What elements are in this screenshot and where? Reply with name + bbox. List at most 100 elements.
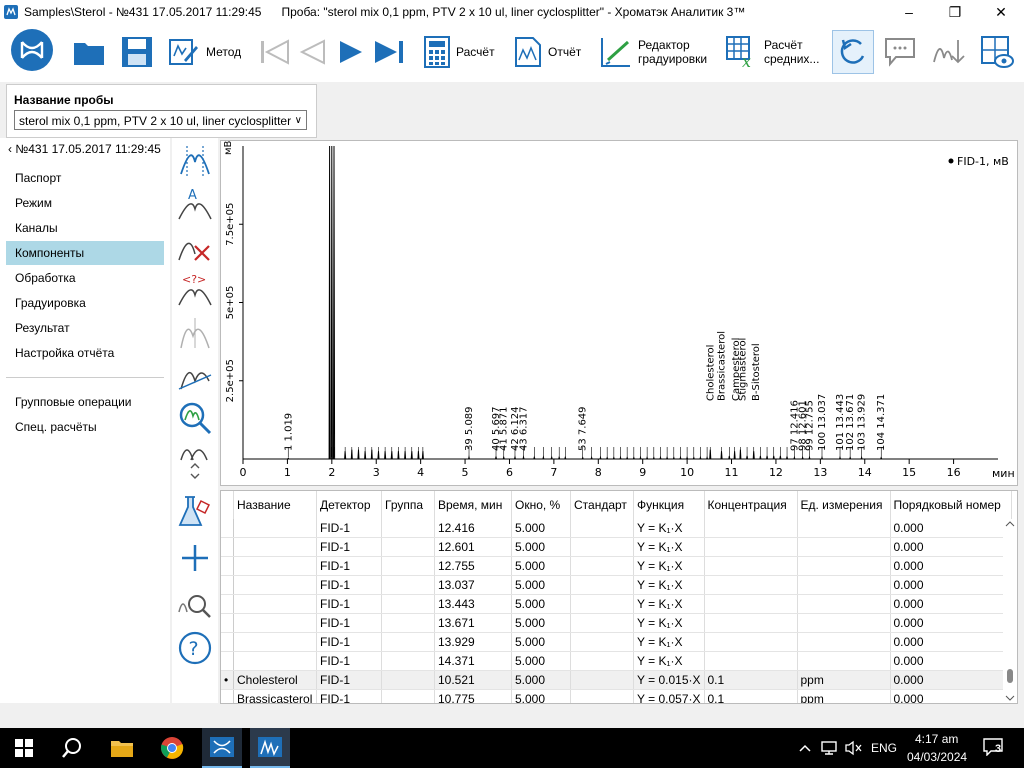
- app-menu-button[interactable]: [10, 29, 54, 71]
- table-row[interactable]: FID-1 12.416 5.000 Y = K₁·X 0.000: [221, 519, 1012, 538]
- last-button[interactable]: [372, 32, 406, 72]
- notifications-button[interactable]: 3: [983, 738, 1005, 757]
- zoom-peak-icon[interactable]: [177, 400, 213, 436]
- table-cell[interactable]: 10.775: [434, 689, 512, 703]
- table-cell[interactable]: Y = K₁·X: [633, 594, 705, 614]
- nav-item-report-settings[interactable]: Настройка отчёта: [6, 341, 164, 365]
- table-cell[interactable]: FID-1: [316, 575, 382, 595]
- table-cell[interactable]: [570, 613, 634, 633]
- zoom-chart-icon[interactable]: [177, 586, 213, 622]
- table-cell[interactable]: 13.671: [434, 613, 512, 633]
- table-cell[interactable]: [381, 613, 435, 633]
- table-cell[interactable]: [381, 594, 435, 614]
- table-cell[interactable]: [570, 651, 634, 671]
- table-scrollbar[interactable]: [1003, 519, 1017, 703]
- table-cell[interactable]: [381, 556, 435, 576]
- table-cell[interactable]: 13.443: [434, 594, 512, 614]
- column-header[interactable]: Детектор: [316, 491, 382, 519]
- table-cell[interactable]: FID-1: [316, 632, 382, 652]
- table-cell[interactable]: [570, 670, 634, 690]
- table-cell[interactable]: 0.000: [890, 537, 1012, 557]
- table-cell[interactable]: ppm: [797, 689, 891, 703]
- table-row[interactable]: • Cholesterol FID-1 10.521 5.000 Y = 0.015·X 0…: [221, 670, 1012, 690]
- table-cell[interactable]: 0.000: [890, 689, 1012, 703]
- column-header[interactable]: Стандарт: [570, 491, 634, 519]
- table-cell[interactable]: [704, 575, 798, 595]
- table-cell[interactable]: [797, 651, 891, 671]
- table-cell[interactable]: [381, 689, 435, 703]
- table-cell[interactable]: 0.1: [704, 689, 798, 703]
- table-cell[interactable]: [381, 651, 435, 671]
- table-cell[interactable]: [233, 519, 317, 538]
- table-cell[interactable]: [704, 556, 798, 576]
- save-button[interactable]: [120, 32, 154, 72]
- peak-split-icon[interactable]: [177, 314, 213, 350]
- table-row[interactable]: FID-1 12.755 5.000 Y = K₁·X 0.000: [221, 556, 1012, 576]
- row-header[interactable]: [221, 556, 234, 576]
- table-cell[interactable]: [570, 689, 634, 703]
- row-header[interactable]: [221, 632, 234, 652]
- table-cell[interactable]: 0.000: [890, 575, 1012, 595]
- table-cell[interactable]: FID-1: [316, 689, 382, 703]
- recalculate-button[interactable]: [832, 30, 874, 74]
- language-indicator[interactable]: ENG: [871, 741, 897, 755]
- nav-item-channels[interactable]: Каналы: [6, 216, 164, 240]
- table-cell[interactable]: [704, 613, 798, 633]
- table-cell[interactable]: FID-1: [316, 613, 382, 633]
- table-cell[interactable]: 10.521: [434, 670, 512, 690]
- table-cell[interactable]: [233, 632, 317, 652]
- nav-item-mode[interactable]: Режим: [6, 191, 164, 215]
- table-cell[interactable]: 0.000: [890, 651, 1012, 671]
- table-cell[interactable]: [570, 632, 634, 652]
- row-header[interactable]: [221, 594, 234, 614]
- scroll-down-icon[interactable]: [1003, 693, 1017, 703]
- comment-button[interactable]: [884, 32, 916, 72]
- taskbar-analytic-app[interactable]: [250, 728, 290, 768]
- table-cell[interactable]: [381, 537, 435, 557]
- table-cell[interactable]: [233, 613, 317, 633]
- table-cell[interactable]: [797, 556, 891, 576]
- table-cell[interactable]: [704, 519, 798, 538]
- back-link[interactable]: ‹ №431 17.05.2017 11:29:45: [8, 142, 161, 156]
- table-cell[interactable]: [381, 670, 435, 690]
- table-cell[interactable]: [570, 575, 634, 595]
- taskbar-chrome[interactable]: [154, 728, 190, 768]
- row-header[interactable]: [221, 613, 234, 633]
- table-cell[interactable]: [797, 632, 891, 652]
- nav-item-group-operations[interactable]: Групповые операции: [6, 390, 164, 414]
- table-cell[interactable]: Y = K₁·X: [633, 519, 705, 538]
- table-cell[interactable]: 0.000: [890, 613, 1012, 633]
- view-button[interactable]: [980, 32, 1014, 72]
- table-cell[interactable]: [797, 575, 891, 595]
- table-cell[interactable]: [797, 594, 891, 614]
- table-row[interactable]: FID-1 13.037 5.000 Y = K₁·X 0.000: [221, 575, 1012, 595]
- previous-button[interactable]: [298, 32, 328, 72]
- table-cell[interactable]: 5.000: [511, 689, 571, 703]
- table-cell[interactable]: 0.000: [890, 594, 1012, 614]
- baseline-icon[interactable]: [177, 357, 213, 393]
- table-cell[interactable]: 5.000: [511, 613, 571, 633]
- row-header[interactable]: [221, 689, 234, 703]
- table-cell[interactable]: [704, 632, 798, 652]
- table-cell[interactable]: [570, 519, 634, 538]
- table-cell[interactable]: [797, 537, 891, 557]
- table-cell[interactable]: 5.000: [511, 594, 571, 614]
- table-cell[interactable]: [233, 537, 317, 557]
- add-icon[interactable]: [177, 540, 213, 576]
- column-header[interactable]: Группа: [381, 491, 435, 519]
- table-cell[interactable]: Y = K₁·X: [633, 613, 705, 633]
- table-cell[interactable]: [797, 519, 891, 538]
- calc-average-button[interactable]: x Расчёт средних...: [726, 32, 819, 72]
- table-cell[interactable]: Y = 0.015·X: [633, 670, 705, 690]
- peak-tools-button[interactable]: [932, 32, 966, 72]
- search-button[interactable]: [54, 728, 90, 768]
- table-row[interactable]: FID-1 13.443 5.000 Y = K₁·X 0.000: [221, 594, 1012, 614]
- table-cell[interactable]: 5.000: [511, 556, 571, 576]
- calc-button[interactable]: Расчёт: [424, 32, 495, 72]
- table-cell[interactable]: Y = K₁·X: [633, 556, 705, 576]
- column-header[interactable]: Порядковый номер: [890, 491, 1012, 519]
- table-cell[interactable]: Cholesterol: [233, 670, 317, 690]
- column-header[interactable]: Время, мин: [434, 491, 512, 519]
- table-cell[interactable]: [381, 575, 435, 595]
- table-cell[interactable]: [233, 594, 317, 614]
